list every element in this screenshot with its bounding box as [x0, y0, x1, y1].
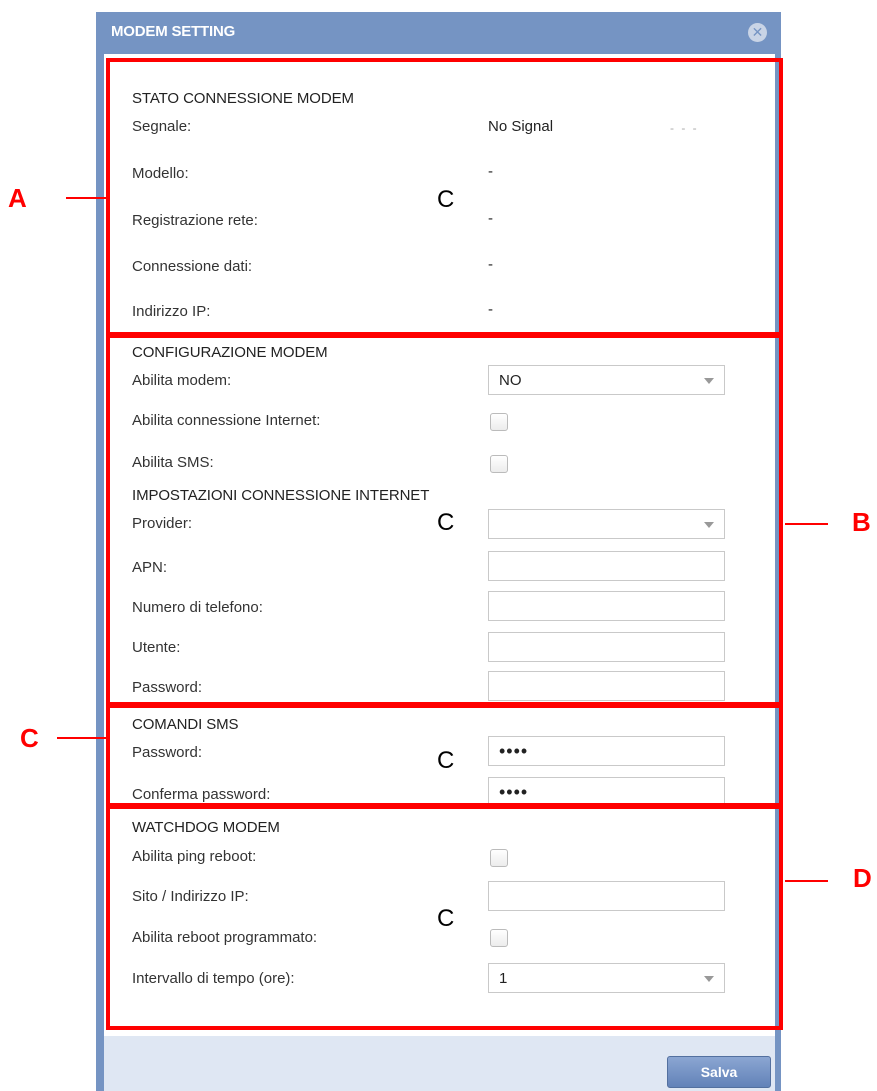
save-button[interactable]: Salva — [667, 1056, 771, 1088]
annotation-letter-d: D — [853, 863, 872, 893]
annotation-letter-a: A — [8, 183, 27, 213]
dialog-footer: Salva — [104, 1036, 775, 1091]
annotation-line-d — [785, 880, 828, 882]
dialog-titlebar[interactable]: MODEM SETTING ✕ — [96, 12, 781, 54]
annotation-line-a — [66, 197, 106, 199]
annotation-letter-b: B — [852, 507, 871, 537]
region-mark-d: C — [437, 905, 455, 932]
dialog-title: MODEM SETTING — [111, 23, 236, 40]
region-mark-c: C — [437, 747, 455, 774]
annotation-line-c — [57, 737, 106, 739]
region-mark-a: C — [437, 186, 455, 213]
annotation-line-b — [785, 523, 828, 525]
region-mark-b: C — [437, 509, 455, 536]
annotation-letter-c: C — [20, 723, 39, 753]
close-circle-icon[interactable]: ✕ — [748, 23, 767, 42]
